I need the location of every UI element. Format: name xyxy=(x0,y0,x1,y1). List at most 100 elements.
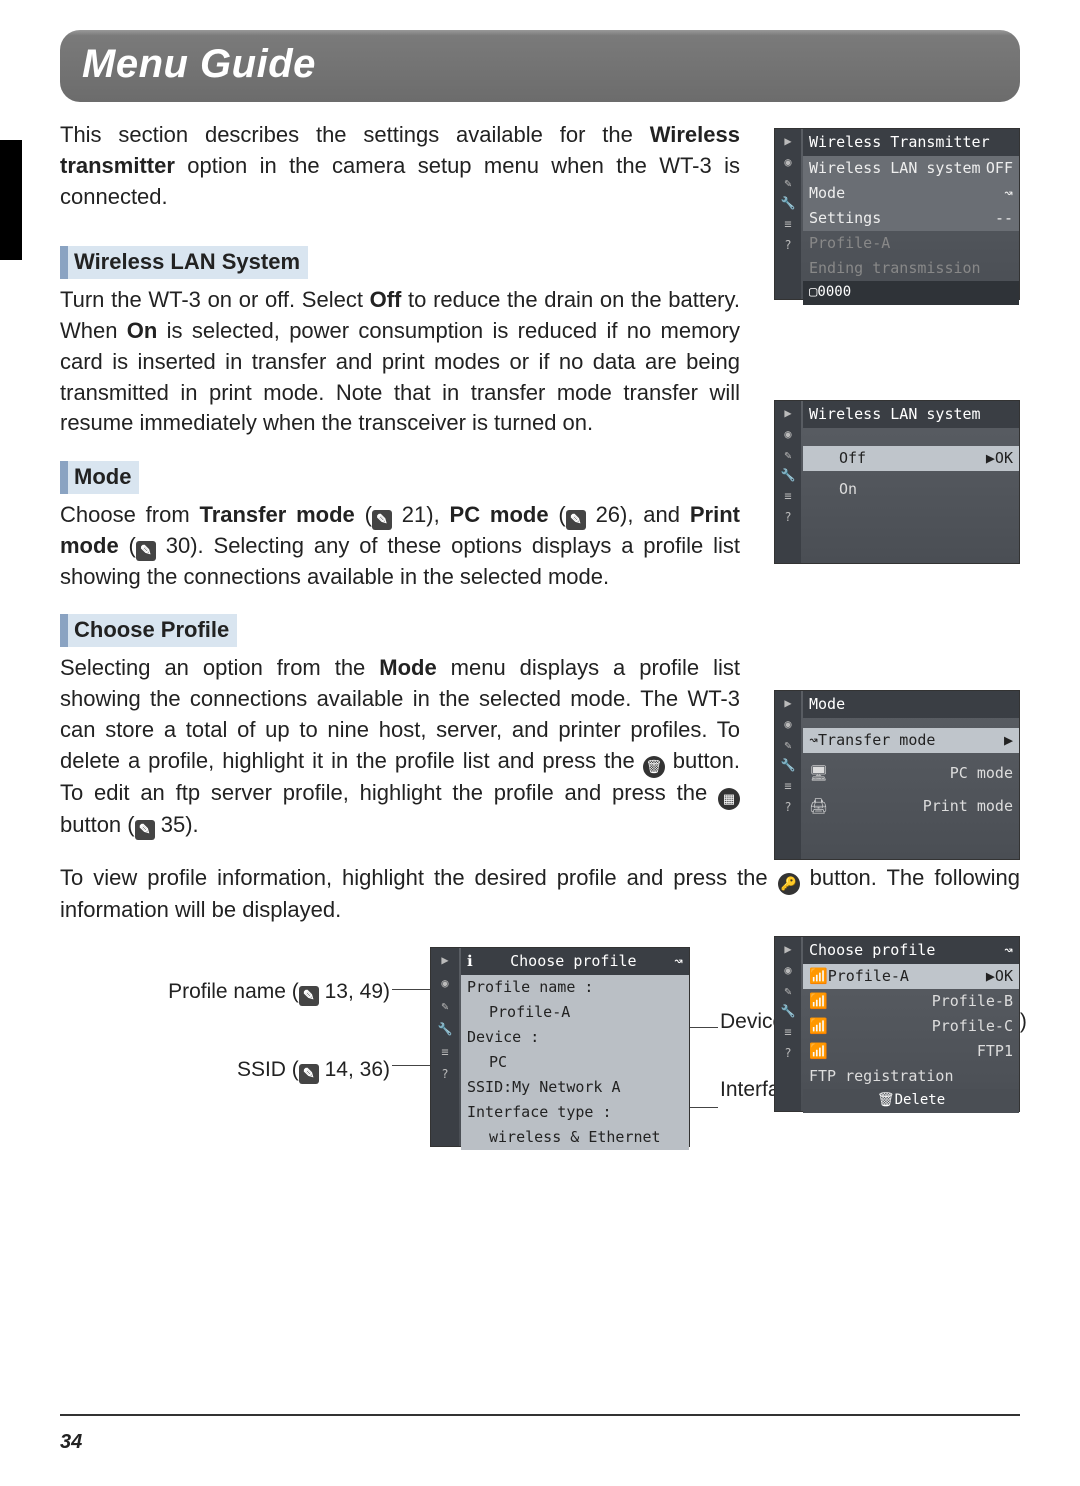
row-value: ↝ xyxy=(1004,183,1013,204)
text: SSID ( xyxy=(237,1058,299,1081)
screen-title: Wireless LAN system xyxy=(803,401,1019,428)
help-icon: ? xyxy=(784,237,791,254)
row-value: -- xyxy=(995,208,1013,229)
title-bar: Menu Guide xyxy=(60,30,1020,102)
list-icon: ≡ xyxy=(784,216,791,233)
row-value: OFF xyxy=(986,158,1013,179)
camera-screen-profile-detail: ▶ ◉ ✎ 🔧 ≡ ? ℹ Choose profile↝ Profile na… xyxy=(430,947,690,1147)
profile-item: 📶FTP1 xyxy=(803,1039,1019,1064)
menu-row: Wireless LAN systemOFF xyxy=(803,156,1019,181)
menu-row: Mode ↝ xyxy=(803,181,1019,206)
connector-line xyxy=(690,1107,718,1108)
footer-counter: ▢0000 xyxy=(803,281,1019,305)
help-icon: ? xyxy=(784,509,791,526)
option-pc-mode: 🖥 PC mode xyxy=(803,761,1019,786)
label-profile-name: Profile name (✎ 13, 49) xyxy=(100,977,390,1006)
page-ref: 21 xyxy=(402,502,426,527)
page-number: 34 xyxy=(60,1428,82,1456)
option-label: On xyxy=(839,479,857,500)
section-heading-mode: Mode xyxy=(60,461,139,494)
bold-mode: Mode xyxy=(379,655,436,680)
page-ref: 35 xyxy=(161,812,185,837)
ok-indicator: ▶OK xyxy=(986,966,1013,987)
profile-name-label: Profile name : xyxy=(461,975,689,1000)
screen-title: Mode xyxy=(803,691,1019,718)
option-on: On xyxy=(803,477,1019,502)
list-icon: ≡ xyxy=(441,1044,448,1061)
mode-icon: ↝ xyxy=(1004,940,1013,961)
diagram-left-labels: Profile name (✎ 13, 49) SSID (✎ 14, 36) xyxy=(100,977,390,1132)
list-icon: ≡ xyxy=(784,778,791,795)
play-icon: ▶ xyxy=(441,952,448,969)
camera-screen-mode: ▶ ◉ ✎ 🔧 ≡ ? Mode ↝ Transfer mode ▶ 🖥 PC m… xyxy=(774,690,1020,860)
protect-button-icon: 🔑 xyxy=(778,873,800,895)
page-ref: 26 xyxy=(596,502,620,527)
page-ref-icon: ✎ xyxy=(299,986,319,1006)
list-icon: ≡ xyxy=(784,1024,791,1041)
option-label: PC mode xyxy=(950,763,1013,784)
page-ref: 30 xyxy=(166,533,190,558)
arrow-icon: ▶ xyxy=(1004,730,1013,751)
pc-icon: 🖥 xyxy=(809,763,828,784)
play-icon: ▶ xyxy=(784,695,791,712)
bold-pc-mode: PC mode xyxy=(450,502,549,527)
menu-category-icons: ▶ ◉ ✎ 🔧 ≡ ? xyxy=(431,948,459,1146)
help-icon: ? xyxy=(784,799,791,816)
side-tab xyxy=(0,140,22,260)
text: button ( xyxy=(60,812,135,837)
bold-on: On xyxy=(127,318,158,343)
text: Profile-A xyxy=(809,233,890,254)
wlan-paragraph: Turn the WT-3 on or off. Select Off to r… xyxy=(60,285,740,439)
menu-category-icons: ▶ ◉ ✎ 🔧 ≡ ? xyxy=(775,691,801,859)
device-value: PC xyxy=(461,1050,689,1075)
wrench-icon: 🔧 xyxy=(438,1021,453,1038)
camera-icon: ◉ xyxy=(784,426,791,443)
footer-delete: 🗑Delete xyxy=(803,1089,1019,1113)
section-heading-choose-profile: Choose Profile xyxy=(60,614,237,647)
choose-profile-paragraph: Selecting an option from the Mode menu d… xyxy=(60,653,740,840)
thumb-button-icon: ▦ xyxy=(718,788,740,810)
text: ). xyxy=(185,812,198,837)
row-label: Settings xyxy=(809,208,881,229)
menu-category-icons: ▶ ◉ ✎ 🔧 ≡ ? xyxy=(775,401,801,563)
menu-category-icons: ▶ ◉ ✎ 🔧 ≡ ? xyxy=(775,129,801,299)
play-icon: ▶ xyxy=(784,405,791,422)
status-profile: Profile-A xyxy=(803,231,1019,256)
transfer-icon: ↝ xyxy=(809,730,818,751)
camera-screen-wlan-system: ▶ ◉ ✎ 🔧 ≡ ? Wireless LAN system Off▶OK O… xyxy=(774,400,1020,564)
row-label: Mode xyxy=(809,183,845,204)
help-icon: ? xyxy=(784,1045,791,1062)
pencil-icon: ✎ xyxy=(784,983,791,1000)
camera-screen-choose-profile: ▶ ◉ ✎ 🔧 ≡ ? Choose profile↝ 📶Profile-A▶O… xyxy=(774,936,1020,1112)
play-icon: ▶ xyxy=(784,133,791,150)
pencil-icon: ✎ xyxy=(441,998,448,1015)
wrench-icon: 🔧 xyxy=(781,195,796,212)
page-ref-icon: ✎ xyxy=(136,541,156,561)
bold-transfer-mode: Transfer mode xyxy=(199,502,354,527)
choose-profile-paragraph-2: To view profile information, highlight t… xyxy=(60,863,1020,926)
text: Choose from xyxy=(60,502,199,527)
interface-type-label: Interface type : xyxy=(461,1100,689,1125)
option-print-mode: 🖨 Print mode xyxy=(803,794,1019,819)
ssid-value: My Network A xyxy=(512,1078,620,1096)
menu-row: Settings -- xyxy=(803,206,1019,231)
text: This section describes the settings avai… xyxy=(60,122,650,147)
interface-type-value: wireless & Ethernet xyxy=(461,1125,689,1150)
text: To view profile information, highlight t… xyxy=(60,865,778,890)
play-icon: ▶ xyxy=(784,941,791,958)
camera-icon: ◉ xyxy=(784,962,791,979)
wrench-icon: 🔧 xyxy=(781,467,796,484)
ssid-row: SSID:My Network A xyxy=(461,1075,689,1100)
screen-title: Choose profile↝ xyxy=(803,937,1019,964)
option-label: Transfer mode xyxy=(818,730,935,751)
wrench-icon: 🔧 xyxy=(781,757,796,774)
profile-label: Profile-A xyxy=(828,966,909,987)
text: ( xyxy=(355,502,372,527)
mode-paragraph: Choose from Transfer mode (✎ 21), PC mod… xyxy=(60,500,740,592)
text: Selecting an option from the xyxy=(60,655,379,680)
profile-name-value: Profile-A xyxy=(461,1000,689,1025)
option-off: Off▶OK xyxy=(803,446,1019,471)
intro-paragraph: This section describes the settings avai… xyxy=(60,120,740,212)
camera-screen-wireless-transmitter: ▶ ◉ ✎ 🔧 ≡ ? Wireless Transmitter Wireles… xyxy=(774,128,1020,300)
profile-label: Profile-B xyxy=(932,991,1013,1012)
